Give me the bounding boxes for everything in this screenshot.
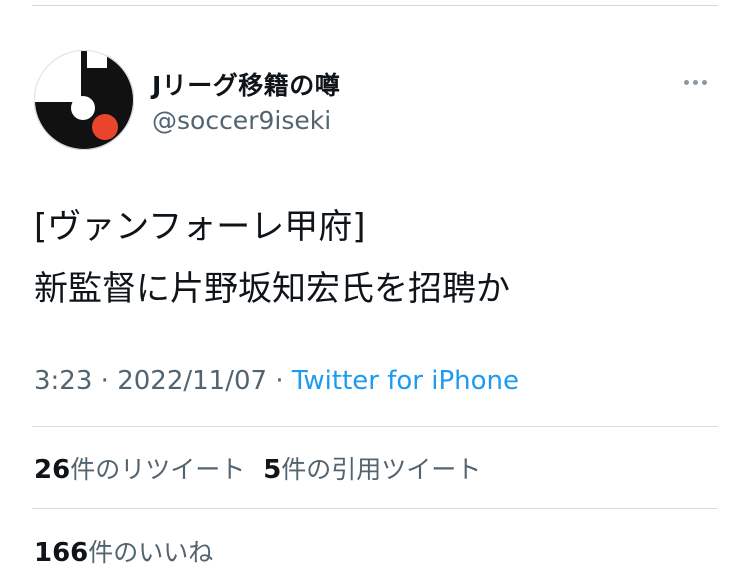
retweet-stats-row: 26件のリツイート 5件の引用ツイート — [34, 450, 481, 486]
tweet-meta: 3:23 · 2022/11/07 · Twitter for iPhone — [34, 366, 519, 396]
top-divider — [32, 5, 718, 6]
more-dot — [693, 80, 698, 85]
tweet-text-line-2: 新監督に片野坂知宏氏を招聘か — [34, 269, 510, 309]
retweets-link[interactable]: 26件のリツイート — [34, 455, 246, 485]
like-count: 166 — [34, 538, 89, 568]
stats-divider-middle — [32, 508, 718, 509]
j-league-logo-avatar — [34, 50, 134, 150]
tweet-text: [ヴァンフォーレ甲府] 新監督に片野坂知宏氏を招聘か — [34, 196, 510, 320]
quote-label: 件の引用ツイート — [281, 455, 482, 484]
tweet-time[interactable]: 3:23 — [34, 366, 92, 396]
quote-count: 5 — [263, 455, 282, 485]
meta-separator: · — [275, 366, 284, 396]
more-options-icon[interactable] — [684, 80, 707, 85]
like-stats-row: 166件のいいね — [34, 533, 213, 569]
like-label: 件のいいね — [88, 538, 214, 567]
display-name[interactable]: Jリーグ移籍の噂 — [152, 66, 340, 102]
avatar[interactable] — [34, 50, 134, 150]
tweet-date[interactable]: 2022/11/07 — [117, 366, 267, 396]
user-handle[interactable]: @soccer9iseki — [152, 106, 331, 135]
quotes-link[interactable]: 5件の引用ツイート — [263, 455, 482, 485]
more-dot — [684, 80, 689, 85]
tweet-text-line-1: [ヴァンフォーレ甲府] — [34, 207, 366, 247]
more-dot — [702, 80, 707, 85]
retweet-count: 26 — [34, 455, 71, 485]
tweet-source[interactable]: Twitter for iPhone — [292, 366, 519, 396]
meta-separator: · — [100, 366, 109, 396]
stats-divider-top — [32, 426, 718, 427]
likes-link[interactable]: 166件のいいね — [34, 538, 214, 568]
retweet-label: 件のリツイート — [70, 455, 246, 484]
